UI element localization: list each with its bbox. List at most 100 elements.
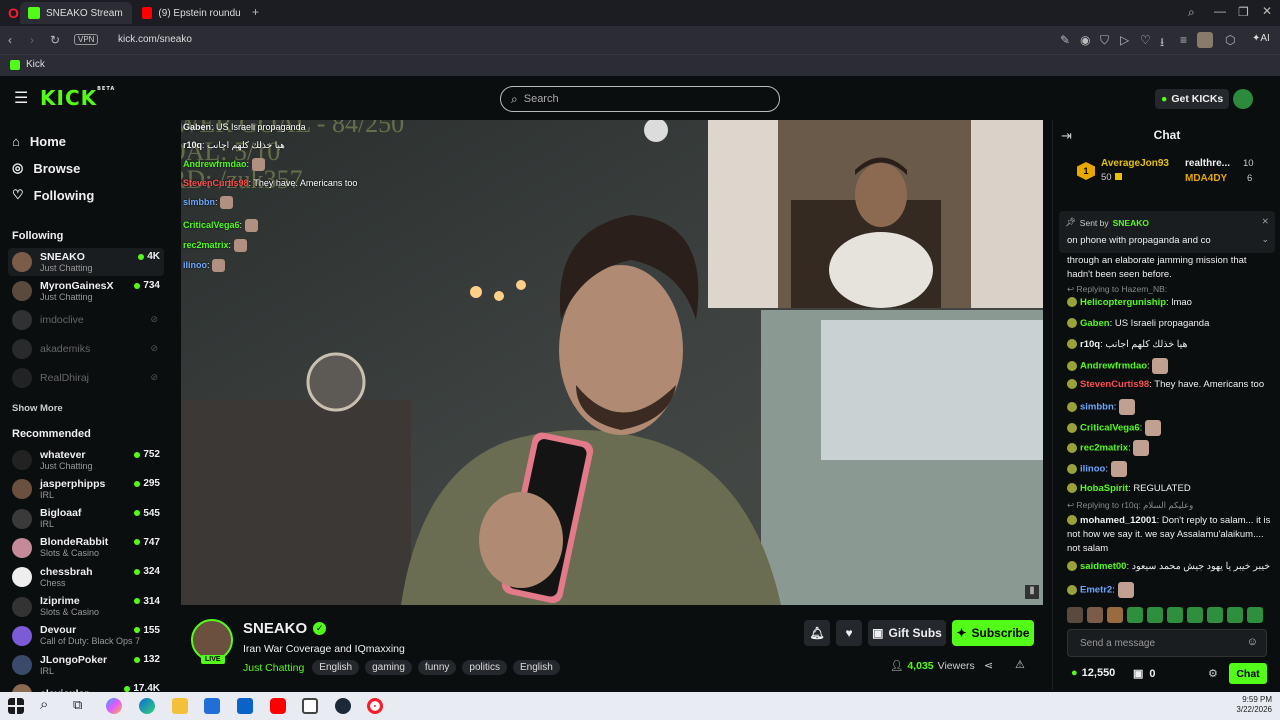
chat-message[interactable]: ilinoo: xyxy=(1067,461,1272,477)
show-more-link[interactable]: Show More xyxy=(12,403,63,414)
chat-username[interactable]: CriticalVega6 xyxy=(1080,423,1140,434)
chat-message[interactable]: CriticalVega6: xyxy=(1067,420,1272,436)
chat-message[interactable]: Helicopterguniship: lmao xyxy=(1067,296,1272,310)
opera-icon[interactable]: O xyxy=(8,5,19,21)
chat-username[interactable]: HobaSpirit xyxy=(1080,483,1128,494)
following-channel[interactable]: SNEAKO Just Chatting 4K xyxy=(8,248,164,276)
chat-username[interactable]: Gaben xyxy=(1080,318,1110,329)
chat-username[interactable]: r10q xyxy=(1080,339,1100,350)
leader-name[interactable]: AverageJon93 xyxy=(1101,158,1169,169)
nav-home[interactable]: ⌂ Home xyxy=(12,134,66,149)
gift-balance[interactable]: ▣ 0 xyxy=(1133,667,1156,681)
stream-tag[interactable]: politics xyxy=(462,660,507,675)
chat-username[interactable]: simbbn xyxy=(1080,402,1114,413)
stream-category[interactable]: Just Chatting xyxy=(243,662,304,674)
chat-message[interactable]: simbbn: xyxy=(1067,399,1272,415)
edit-icon[interactable]: ✎ xyxy=(1060,33,1070,47)
chat-username[interactable]: saidmet00 xyxy=(1080,561,1126,572)
video-player[interactable]: FOLLOWER GOAL - 84/250 SUB GOAL: 5/10 DI… xyxy=(181,120,1043,605)
nav-following[interactable]: ♡ Following xyxy=(12,187,94,203)
notifications-button[interactable]: 🔔︎ xyxy=(804,620,830,646)
menu-icon[interactable]: ☰ xyxy=(14,88,28,108)
share-icon[interactable]: ⋖ xyxy=(984,659,993,672)
chat-message[interactable]: rec2matrix: xyxy=(1067,440,1272,456)
reload-icon[interactable]: ↻ xyxy=(50,33,60,47)
new-tab-icon[interactable]: + xyxy=(252,5,259,19)
user-avatar[interactable] xyxy=(1233,89,1253,109)
shield-icon[interactable]: ⛉ xyxy=(1100,33,1109,48)
store-icon[interactable] xyxy=(204,698,220,714)
chat-message[interactable]: StevenCurtis98: They have. Americans too xyxy=(1067,378,1272,392)
outlook-icon[interactable] xyxy=(237,698,253,714)
report-icon[interactable]: ⚠ xyxy=(1015,658,1025,671)
recommended-channel[interactable]: whatever Just Chatting 752 xyxy=(8,446,164,474)
emote[interactable] xyxy=(1107,607,1123,623)
file-explorer-icon[interactable] xyxy=(172,698,188,714)
edge-icon[interactable] xyxy=(139,698,155,714)
gift-subs-button[interactable]: ▣ Gift Subs xyxy=(868,620,946,646)
streamer-name[interactable]: SNEAKO xyxy=(243,620,307,637)
following-channel[interactable]: MyronGainesX Just Chatting 734 xyxy=(8,277,164,305)
stream-tag[interactable]: English xyxy=(512,660,560,675)
windows-start-icon[interactable] xyxy=(8,698,24,714)
extension-icon[interactable]: ⬡ xyxy=(1225,33,1235,47)
maximize-icon[interactable]: ❐ xyxy=(1238,5,1249,19)
chat-settings-icon[interactable]: ⚙ xyxy=(1208,667,1218,680)
vpn-badge[interactable]: VPN xyxy=(74,34,99,45)
opera-taskbar-icon[interactable] xyxy=(367,698,383,714)
heart-outline-icon[interactable]: ♡ xyxy=(1140,33,1151,47)
recommended-channel[interactable]: Iziprime Slots & Casino 314 xyxy=(8,593,164,621)
recommended-channel[interactable]: chessbrah Chess 324 xyxy=(8,563,164,591)
chat-message[interactable]: through an elaborate jamming mission tha… xyxy=(1067,254,1272,268)
back-icon[interactable]: ‹ xyxy=(8,33,12,47)
kick-logo[interactable]: KICKBETA xyxy=(40,86,115,110)
emote[interactable] xyxy=(1127,607,1143,623)
play-icon[interactable]: ▷ xyxy=(1120,33,1129,47)
follow-button[interactable]: ♥ xyxy=(836,620,862,646)
leader-name[interactable]: realthre... xyxy=(1185,158,1230,169)
ai-button[interactable]: ✦AI xyxy=(1252,33,1270,44)
search-input[interactable]: ⌕ Search xyxy=(500,86,780,112)
forward-icon[interactable]: › xyxy=(30,33,34,47)
emote[interactable] xyxy=(1147,607,1163,623)
chat-message[interactable]: saidmet00: خيبر خيبر يا يهود جيش محمد سي… xyxy=(1067,560,1272,574)
minimize-icon[interactable]: — xyxy=(1214,4,1226,18)
chat-message[interactable]: hadn't been seen before. xyxy=(1067,268,1272,282)
chat-message[interactable]: HobaSpirit: REGULATED xyxy=(1067,482,1272,496)
following-channel[interactable]: imdoclive ⊘ xyxy=(8,306,164,334)
recommended-channel[interactable]: Bigloaaf IRL 545 xyxy=(8,505,164,533)
nav-browse[interactable]: ◎ Browse xyxy=(12,160,80,176)
search-icon[interactable]: ⌕ xyxy=(40,696,48,713)
emote[interactable] xyxy=(1247,607,1263,623)
pinned-message[interactable]: 📌︎ Sent by SNEAKO on phone with propagan… xyxy=(1059,211,1275,253)
chat-message[interactable]: mohamed_12001: Don't reply to salam... i… xyxy=(1067,514,1272,556)
recommended-channel[interactable]: BlondeRabbit Slots & Casino 747 xyxy=(8,534,164,562)
emote[interactable] xyxy=(1087,607,1103,623)
chat-message[interactable]: Gaben: US Israeli propaganda xyxy=(1067,317,1272,331)
profile-avatar[interactable] xyxy=(1197,32,1213,48)
chat-username[interactable]: Helicopterguniship xyxy=(1080,297,1166,308)
youtube-icon[interactable] xyxy=(270,698,286,714)
search-tabs-icon[interactable]: ⌕ xyxy=(1188,5,1195,20)
following-channel[interactable]: RealDhiraj ⊘ xyxy=(8,364,164,392)
chat-send-button[interactable]: Chat xyxy=(1229,663,1267,684)
kicks-balance[interactable]: ● 12,550 xyxy=(1071,667,1115,679)
app-icon[interactable] xyxy=(302,698,318,714)
steam-icon[interactable] xyxy=(335,698,351,714)
following-channel[interactable]: akademiks ⊘ xyxy=(8,335,164,363)
chat-message[interactable]: Andrewfrmdao: xyxy=(1067,358,1272,374)
chat-message[interactable]: r10q: هيا خذلك كلهم اجانب xyxy=(1067,338,1272,352)
chat-input[interactable]: Send a message ☺ xyxy=(1067,629,1267,657)
camera-icon[interactable]: ◉ xyxy=(1080,33,1090,47)
download-icon[interactable]: ⭳ xyxy=(1160,33,1164,54)
stream-tag[interactable]: funny xyxy=(417,660,457,675)
chat-username[interactable]: StevenCurtis98 xyxy=(1080,379,1149,390)
bookmark-kick[interactable]: Kick xyxy=(10,59,45,70)
recommended-channel[interactable]: Devour Call of Duty: Black Ops 7 155 xyxy=(8,622,164,650)
chat-username[interactable]: Emetr2 xyxy=(1080,585,1112,596)
close-window-icon[interactable]: ✕ xyxy=(1262,4,1272,18)
subscribe-button[interactable]: ✦ Subscribe xyxy=(952,620,1034,646)
recommended-channel[interactable]: jasperphipps IRL 295 xyxy=(8,475,164,503)
tab-youtube[interactable]: (9) Epstein roundup: Trum xyxy=(134,2,248,24)
taskbar-clock[interactable]: 9:59 PM 3/22/2026 xyxy=(1236,695,1272,715)
